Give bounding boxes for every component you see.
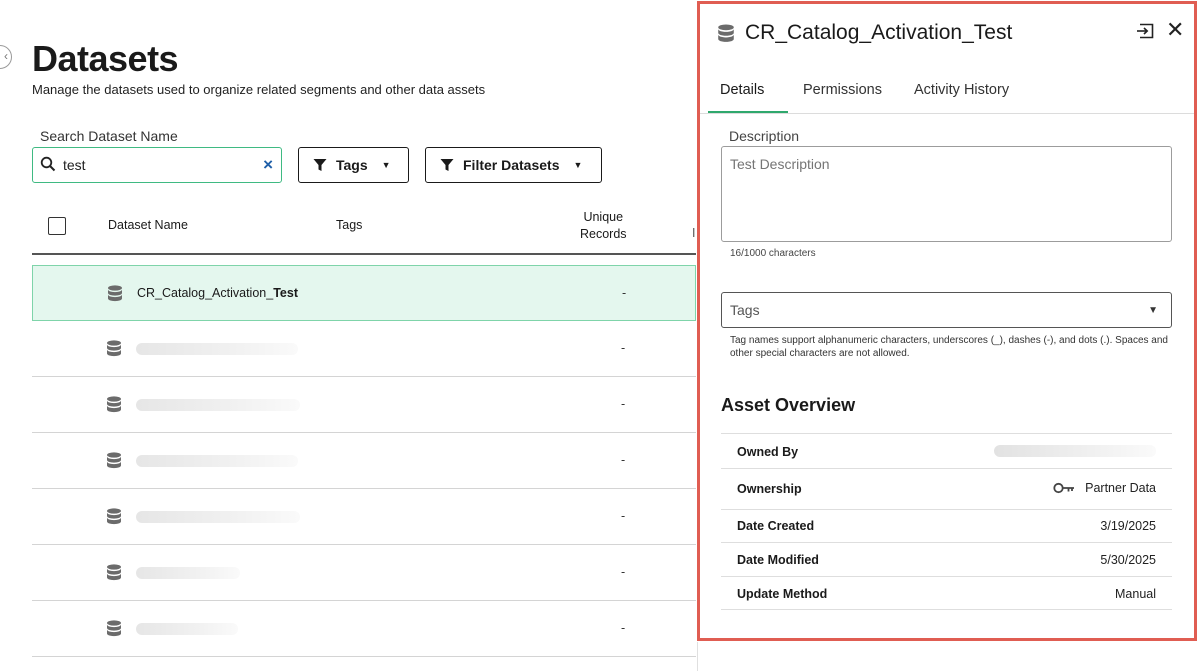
filter-datasets-label: Filter Datasets: [463, 157, 560, 173]
redacted-dataset-name: [136, 623, 238, 635]
key-icon: [1053, 482, 1075, 494]
page-subtitle: Manage the datasets used to organize rel…: [32, 82, 486, 97]
panel-title: CR_Catalog_Activation_Test: [745, 21, 1013, 44]
tab-permissions[interactable]: Permissions: [803, 82, 882, 98]
back-arrow-icon[interactable]: ‹: [0, 45, 12, 69]
caret-down-icon: ▼: [1148, 305, 1158, 316]
date-created-value: 3/19/2025: [1100, 519, 1156, 533]
table-row[interactable]: -: [32, 601, 696, 657]
unique-records-value: -: [621, 509, 626, 523]
select-all-checkbox[interactable]: [48, 217, 66, 235]
tags-help-text: Tag names support alphanumeric character…: [730, 335, 1168, 359]
date-modified-label: Date Modified: [737, 553, 819, 567]
clear-search-icon[interactable]: ×: [263, 155, 273, 175]
table-header-divider: [32, 253, 696, 255]
tab-details[interactable]: Details: [720, 82, 764, 98]
dataset-name-match: Test: [273, 286, 298, 300]
table-row[interactable]: -: [32, 321, 696, 377]
search-label: Search Dataset Name: [40, 128, 178, 144]
unique-records-value: -: [621, 341, 626, 355]
database-icon: [718, 24, 734, 42]
column-header-tags[interactable]: Tags: [336, 218, 362, 232]
redacted-owner: [994, 445, 1156, 457]
owned-by-row: Owned By: [721, 433, 1172, 468]
column-header-unique-records[interactable]: Unique Records: [580, 209, 627, 243]
database-icon: [107, 340, 121, 357]
database-icon: [107, 452, 121, 469]
panel-tabs: Details Permissions Activity History: [700, 74, 1194, 114]
dataset-detail-panel: CR_Catalog_Activation_Test ✕ Details Per…: [697, 1, 1197, 641]
date-modified-row: Date Modified 5/30/2025: [721, 542, 1172, 576]
unique-records-value: -: [622, 286, 627, 300]
tab-activity-history[interactable]: Activity History: [914, 82, 1009, 98]
date-created-label: Date Created: [737, 519, 815, 533]
unique-records-value: -: [621, 565, 626, 579]
unique-records-value: -: [621, 397, 626, 411]
search-field[interactable]: ×: [32, 147, 282, 183]
table-row[interactable]: -: [32, 377, 696, 433]
owned-by-label: Owned By: [737, 445, 799, 459]
table-row[interactable]: CR_Catalog_Activation_Test -: [32, 265, 696, 321]
search-input[interactable]: [63, 155, 253, 175]
unique-records-value: -: [621, 621, 626, 635]
table-row[interactable]: -: [32, 489, 696, 545]
asset-overview-title: Asset Overview: [721, 395, 856, 415]
filter-icon: [440, 159, 454, 171]
database-icon: [107, 620, 121, 637]
redacted-dataset-name: [136, 399, 300, 411]
search-icon: [40, 156, 56, 172]
update-method-row: Update Method Manual: [721, 576, 1172, 610]
active-tab-indicator: [708, 111, 788, 113]
redacted-dataset-name: [136, 511, 300, 523]
filter-icon: [313, 159, 327, 171]
description-label: Description: [729, 128, 800, 144]
database-icon: [108, 285, 122, 302]
unique-records-value: -: [621, 453, 626, 467]
database-icon: [107, 508, 121, 525]
date-created-row: Date Created 3/19/2025: [721, 509, 1172, 542]
column-header-dataset-name[interactable]: Dataset Name: [108, 218, 188, 232]
export-icon[interactable]: [1136, 23, 1154, 39]
ownership-label: Ownership: [737, 482, 802, 496]
column-header-unique-records-line1: Unique: [583, 210, 624, 224]
column-header-unique-records-line2: Records: [580, 227, 627, 241]
dataset-name-prefix: CR_Catalog_Activation_: [137, 286, 274, 300]
database-icon: [107, 564, 121, 581]
tags-filter-label: Tags: [336, 157, 368, 173]
description-field[interactable]: [721, 146, 1172, 242]
page-title: Datasets: [32, 38, 179, 79]
table-row[interactable]: -: [32, 433, 696, 489]
date-modified-value: 5/30/2025: [1100, 553, 1156, 567]
character-count: 16/1000 characters: [730, 248, 816, 259]
redacted-dataset-name: [136, 343, 298, 355]
redacted-dataset-name: [136, 567, 240, 579]
filter-datasets-button[interactable]: Filter Datasets ▼: [425, 147, 602, 183]
caret-down-icon: ▼: [573, 160, 583, 170]
close-icon[interactable]: ✕: [1166, 18, 1184, 42]
table-row[interactable]: -: [32, 545, 696, 601]
ownership-row: Ownership Partner Data: [721, 468, 1172, 509]
update-method-label: Update Method: [737, 587, 828, 601]
panel-footer: [697, 642, 1197, 671]
tags-select[interactable]: Tags ▼: [721, 292, 1172, 328]
caret-down-icon: ▼: [381, 160, 391, 170]
column-header-clipped: I: [692, 226, 696, 240]
ownership-value: Partner Data: [1085, 481, 1156, 495]
tags-select-label: Tags: [730, 302, 760, 318]
dataset-name[interactable]: CR_Catalog_Activation_Test: [137, 286, 298, 300]
redacted-dataset-name: [136, 455, 298, 467]
tags-filter-button[interactable]: Tags ▼: [298, 147, 409, 183]
database-icon: [107, 396, 121, 413]
update-method-value: Manual: [1115, 587, 1156, 601]
